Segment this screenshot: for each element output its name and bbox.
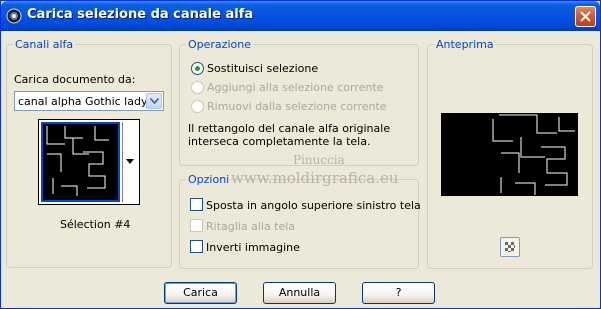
help-button[interactable]: ?: [362, 282, 435, 304]
checkbox-sposta-label[interactable]: Sposta in angolo superiore sinistro tela: [206, 199, 421, 212]
document-select[interactable]: canal alpha Gothic lady: [14, 91, 164, 111]
checkbox-sposta[interactable]: [190, 198, 203, 211]
watermark-line2: www.moldirgrafica.eu: [231, 169, 399, 187]
title-bar[interactable]: Carica selezione da canale alfa: [1, 1, 600, 31]
selection-thumbnail-picker[interactable]: [38, 119, 140, 205]
radio-rimuovi[interactable]: [191, 100, 204, 113]
close-icon: [580, 11, 591, 22]
radio-aggiungi-label[interactable]: Aggiungi alla selezione corrente: [207, 81, 383, 94]
radio-sostituisci-label[interactable]: Sostituisci selezione: [207, 62, 318, 75]
checker-icon: [505, 242, 515, 252]
checkbox-ritaglia[interactable]: [190, 219, 203, 232]
watermark-line1: Pinuccia: [293, 153, 345, 167]
radio-aggiungi[interactable]: [191, 81, 204, 94]
group-canali-alfa-legend: Canali alfa: [13, 38, 76, 51]
group-opzioni-legend: Opzioni: [186, 173, 232, 186]
close-button[interactable]: [575, 6, 596, 27]
checkbox-inverti-label[interactable]: Inverti immagine: [206, 241, 300, 254]
load-document-label: Carica documento da:: [14, 73, 136, 86]
selection-thumbnail: [41, 122, 120, 202]
chevron-down-icon[interactable]: [146, 93, 162, 109]
thumbnail-dropdown-arrow[interactable]: [122, 122, 137, 202]
preview-image: [441, 113, 578, 196]
radio-sostituisci[interactable]: [191, 62, 204, 75]
checkbox-ritaglia-label[interactable]: Ritaglia alla tela: [206, 220, 295, 233]
group-anteprima-legend: Anteprima: [434, 38, 496, 51]
info-text-line1: Il rettangolo del canale alfa originale: [188, 122, 391, 135]
dialog-window: Carica selezione da canale alfa Canali a…: [0, 0, 601, 309]
triangle-down-icon: [126, 159, 134, 164]
cancel-button[interactable]: Annulla: [263, 282, 336, 304]
preview-selection-image: [492, 114, 575, 195]
window-title: Carica selezione da canale alfa: [27, 7, 254, 22]
document-select-value: canal alpha Gothic lady: [18, 95, 148, 108]
preview-zoom-button[interactable]: [500, 237, 520, 257]
app-icon: [6, 8, 22, 24]
radio-rimuovi-label[interactable]: Rimuovi dalla selezione corrente: [207, 100, 387, 113]
checkbox-inverti[interactable]: [190, 240, 203, 253]
selection-name-label: Sélection #4: [60, 218, 131, 231]
selection-thumbnail-image: [46, 126, 109, 196]
info-text-line2: interseca completamente la tela.: [188, 135, 371, 148]
load-button[interactable]: Carica: [164, 282, 237, 304]
group-operazione-legend: Operazione: [186, 38, 253, 51]
